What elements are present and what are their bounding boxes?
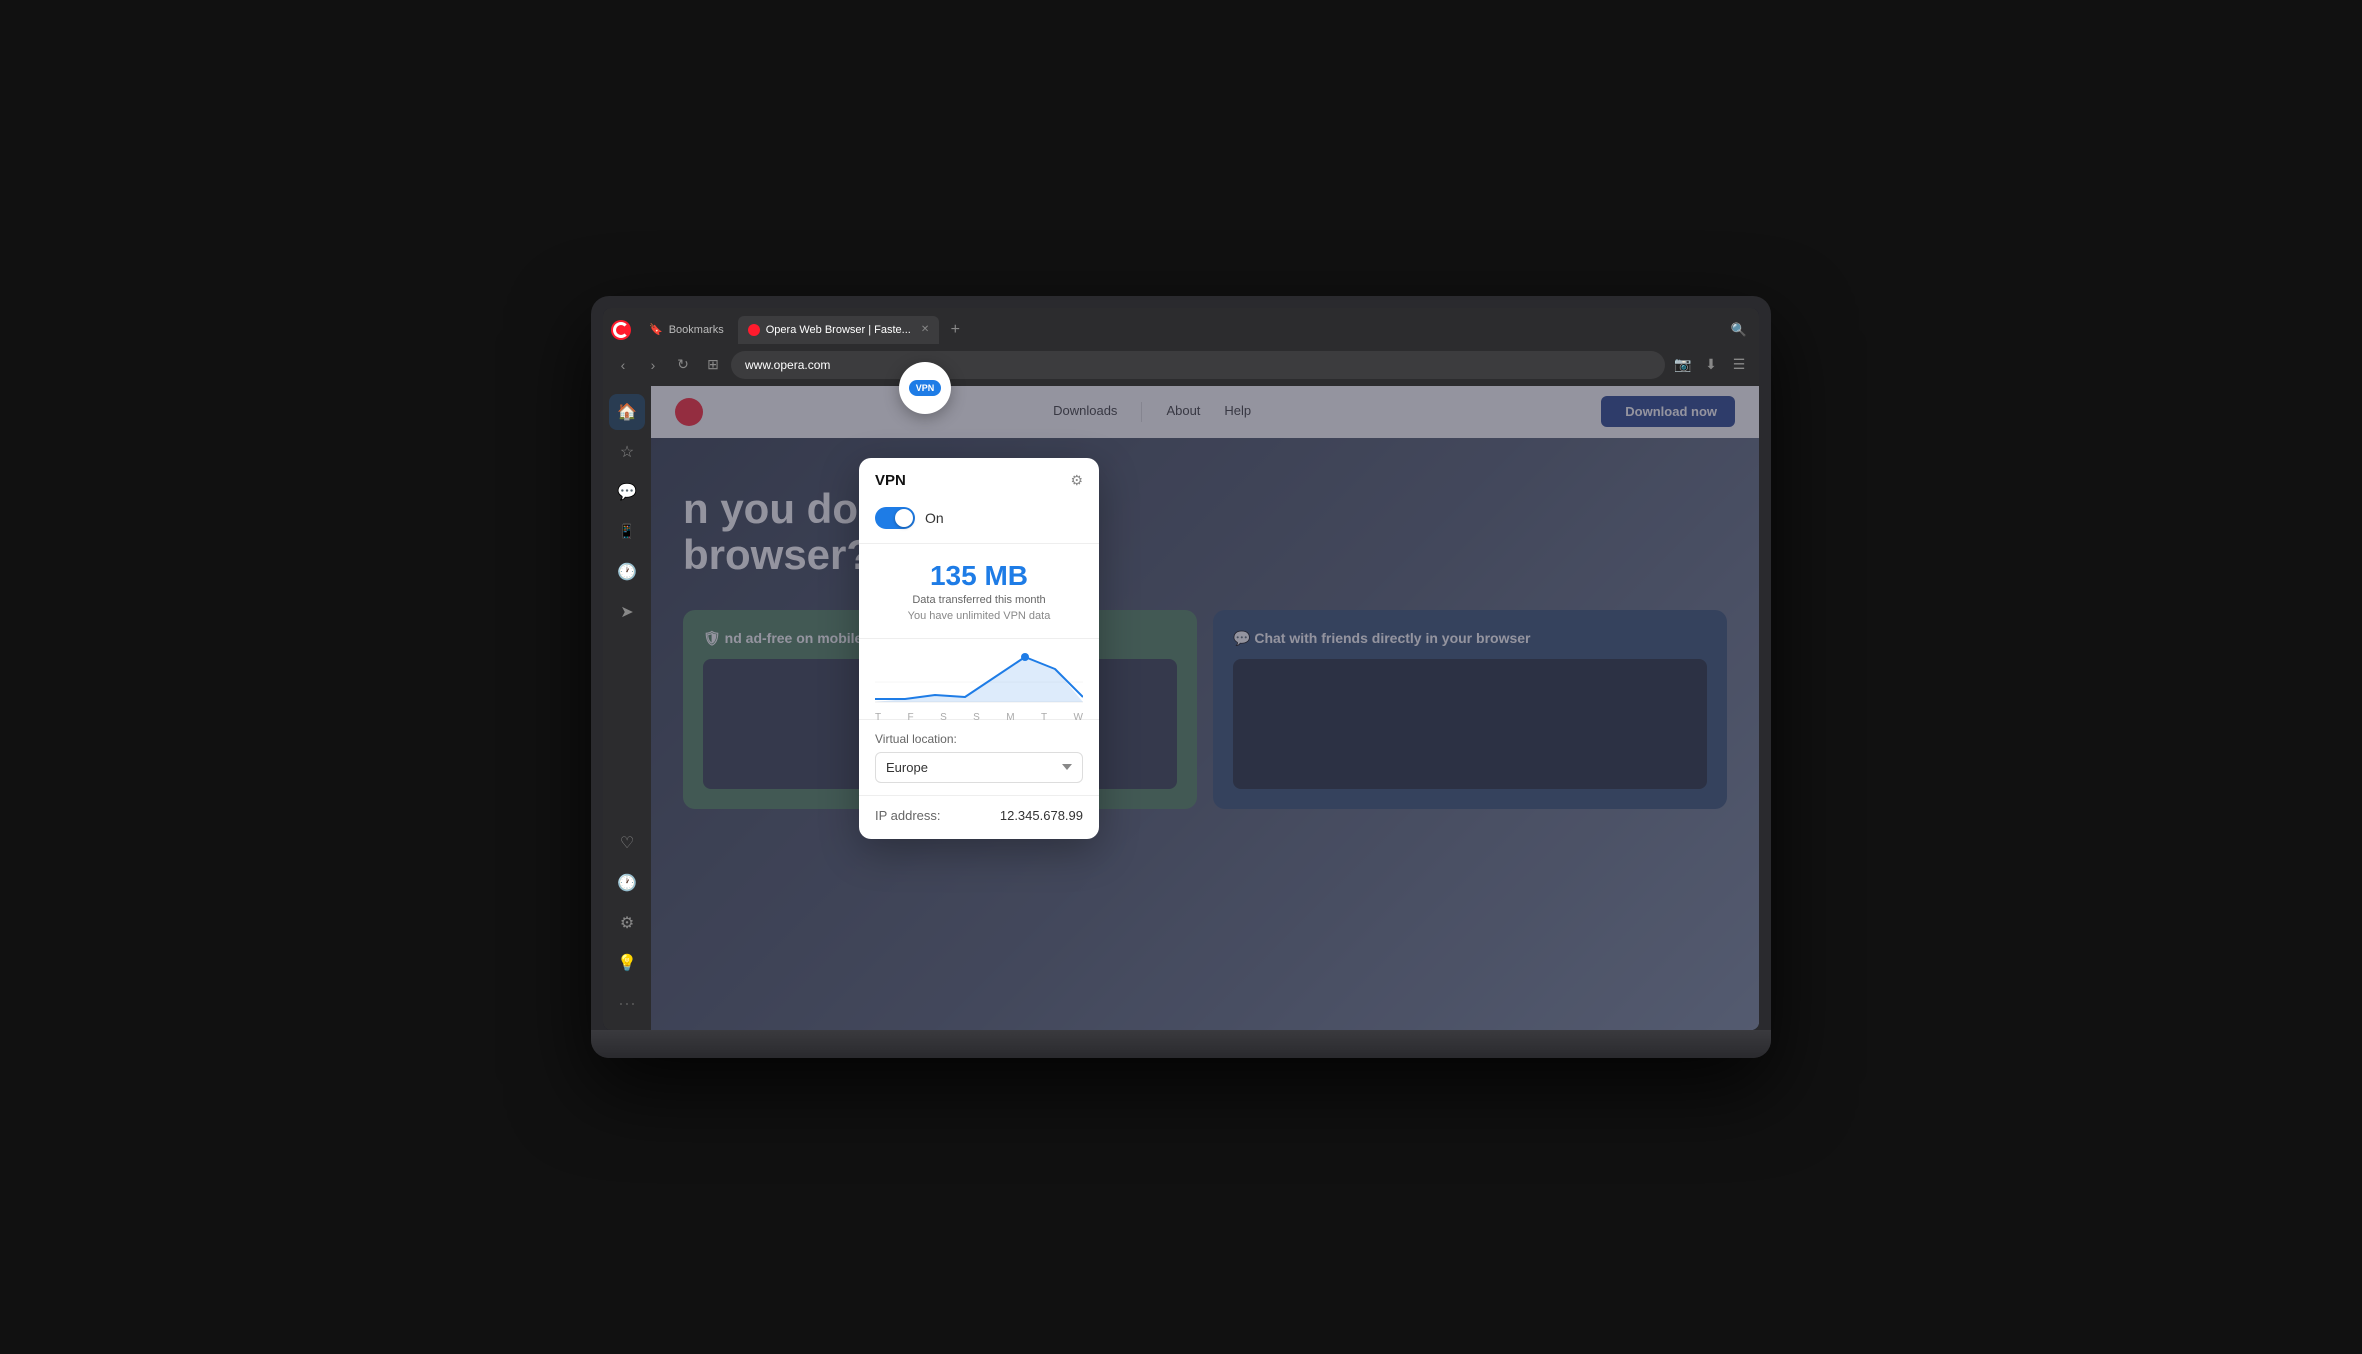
- nav-about[interactable]: About: [1166, 399, 1200, 424]
- sidebar-item-home[interactable]: 🏠: [609, 394, 645, 430]
- vpn-button[interactable]: VPN: [899, 362, 951, 414]
- vpn-toggle-label: On: [925, 510, 944, 526]
- browser-sidebar: 🏠 ☆ 💬 📱 🕐 ➤ ♡ 🕐 ⚙ 💡 ···: [603, 386, 651, 1031]
- vpn-ip-value: 12.345.678.99: [1000, 808, 1083, 823]
- vpn-data-amount: 135 MB: [875, 560, 1083, 592]
- back-button[interactable]: ‹: [611, 353, 635, 377]
- sidebar-more-button[interactable]: ···: [610, 985, 644, 1022]
- vpn-unlimited-label: You have unlimited VPN data: [875, 610, 1083, 622]
- tab-active[interactable]: Opera Web Browser | Faste... ✕: [738, 316, 940, 344]
- vpn-badge: VPN: [909, 380, 942, 396]
- page-content: Downloads About Help Download now n you …: [651, 386, 1759, 1031]
- tab-active-label: Opera Web Browser | Faste...: [766, 324, 911, 336]
- sidebar-item-bookmarks[interactable]: ☆: [609, 434, 645, 470]
- download-btn-label: Download now: [1625, 404, 1717, 419]
- vpn-chart-svg: [875, 647, 1083, 707]
- nav-help[interactable]: Help: [1224, 399, 1251, 424]
- hero-cards: 🛡 nd ad-free on mobile and 💬 Chat with f…: [683, 610, 1727, 809]
- sidebar-item-settings[interactable]: ⚙: [609, 905, 645, 941]
- download-now-button[interactable]: Download now: [1601, 396, 1735, 427]
- nav-downloads[interactable]: Downloads: [1053, 399, 1117, 424]
- active-tab-favicon: [748, 324, 760, 336]
- chart-day-labels: T F S S M T W: [875, 712, 1083, 731]
- hero-card-chat-title: 💬 Chat with friends directly in your bro…: [1233, 630, 1707, 647]
- vpn-popup-title: VPN: [875, 472, 906, 489]
- hero-card-chat: 💬 Chat with friends directly in your bro…: [1213, 610, 1727, 809]
- screenshot-button[interactable]: 📷: [1671, 353, 1695, 377]
- site-navigation: Downloads About Help: [723, 399, 1581, 424]
- chart-day-1: F: [908, 712, 914, 723]
- new-tab-button[interactable]: +: [943, 318, 967, 342]
- sidebar-item-whatsapp[interactable]: 📱: [609, 514, 645, 550]
- site-header: Downloads About Help Download now: [651, 386, 1759, 438]
- tab-bookmarks-label: Bookmarks: [669, 324, 724, 336]
- vpn-chart: T F S S M T W: [859, 639, 1099, 719]
- laptop-base: [591, 1030, 1771, 1058]
- tab-bookmarks[interactable]: 🔖 Bookmarks: [639, 316, 734, 344]
- card-mockup-2: [1233, 659, 1707, 789]
- sidebar-item-recent[interactable]: 🕐: [609, 865, 645, 901]
- chart-day-2: S: [940, 712, 947, 723]
- vpn-toggle[interactable]: [875, 507, 915, 529]
- vpn-ip-section: IP address: 12.345.678.99: [859, 795, 1099, 839]
- bookmark-tab-icon: 🔖: [649, 323, 663, 336]
- chart-day-0: T: [875, 712, 881, 723]
- reload-button[interactable]: ↻: [671, 353, 695, 377]
- vpn-data-section: 135 MB Data transferred this month You h…: [859, 544, 1099, 639]
- global-search-icon[interactable]: 🔍: [1727, 318, 1751, 342]
- opera-site-logo: [675, 398, 703, 426]
- sidebar-item-tips[interactable]: 💡: [609, 945, 645, 981]
- chart-day-6: W: [1074, 712, 1083, 723]
- chart-day-3: S: [973, 712, 980, 723]
- sidebar-item-heart[interactable]: ♡: [609, 825, 645, 861]
- close-tab-icon[interactable]: ✕: [921, 324, 929, 335]
- vpn-location-label: Virtual location:: [875, 732, 1083, 746]
- hero-section: n you do in browser? 🛡 nd ad-free on mob…: [651, 438, 1759, 1031]
- opera-logo: [611, 320, 631, 340]
- vpn-settings-icon[interactable]: ⚙: [1070, 472, 1083, 489]
- sidebar-item-messenger[interactable]: 💬: [609, 474, 645, 510]
- vpn-popup: VPN ⚙ On 135 MB Data transferred this mo…: [859, 458, 1099, 839]
- vpn-popup-header: VPN ⚙: [859, 458, 1099, 499]
- url-input[interactable]: [731, 351, 1665, 379]
- sidebar-item-history[interactable]: 🕐: [609, 554, 645, 590]
- nav-divider-1: [1141, 402, 1142, 422]
- forward-button[interactable]: ›: [641, 353, 665, 377]
- menu-button[interactable]: ☰: [1727, 353, 1751, 377]
- vpn-data-label: Data transferred this month: [875, 594, 1083, 606]
- download-button[interactable]: ⬇: [1699, 353, 1723, 377]
- sidebar-item-navigate[interactable]: ➤: [609, 594, 645, 630]
- grid-view-button[interactable]: ⊞: [701, 353, 725, 377]
- vpn-toggle-row: On: [859, 499, 1099, 544]
- vpn-ip-label: IP address:: [875, 808, 941, 823]
- vpn-location-select[interactable]: Europe Americas Asia: [875, 752, 1083, 783]
- chart-day-4: M: [1006, 712, 1014, 723]
- chart-day-5: T: [1041, 712, 1047, 723]
